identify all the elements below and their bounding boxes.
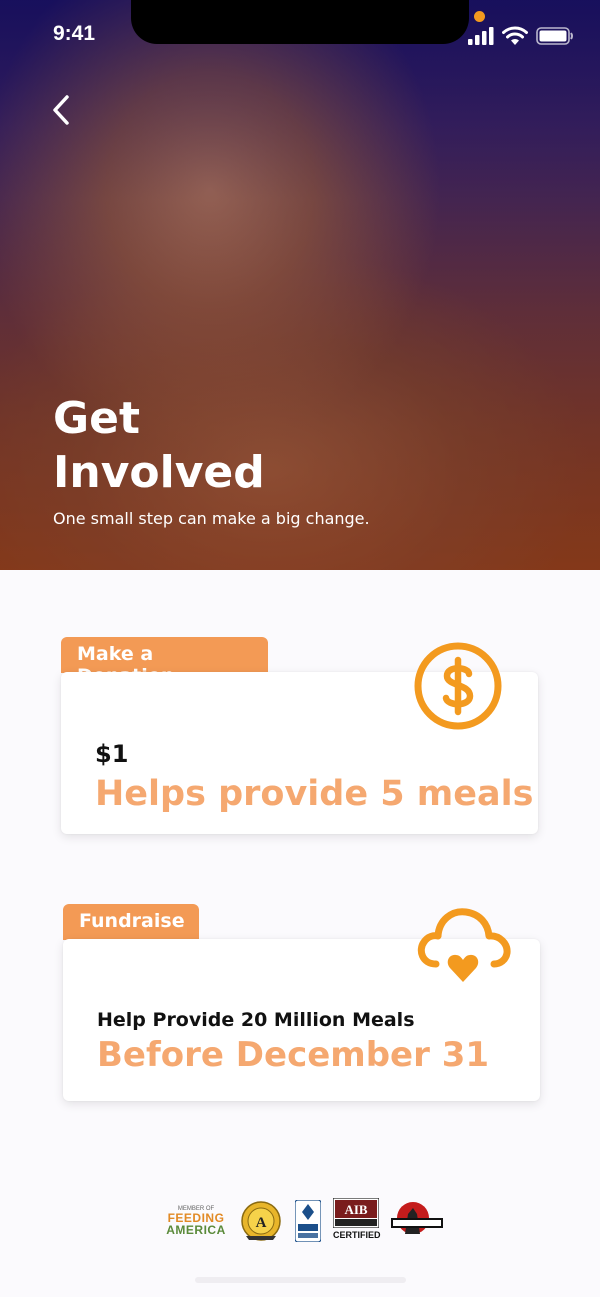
wifi-icon <box>502 26 528 45</box>
page-title-line1: Get <box>53 393 140 444</box>
svg-text:A: A <box>256 1215 267 1231</box>
donation-amount: $1 <box>95 740 129 768</box>
privacy-indicator-dot <box>474 11 485 22</box>
cellular-signal-icon <box>468 27 494 45</box>
page-title: Get Involved <box>53 392 353 500</box>
status-time: 9:41 <box>53 22 96 45</box>
chevron-left-icon <box>53 95 69 125</box>
charity-watch-logo-icon <box>391 1202 443 1234</box>
battery-icon <box>536 27 573 45</box>
fundraise-deadline-text: Before December 31 <box>97 1035 490 1075</box>
fundraise-tab-label[interactable]: Fundraise <box>63 904 199 940</box>
back-button[interactable] <box>44 92 80 128</box>
accreditation-badges: MEMBER OF FEEDING AMERICA A AIB CERTIFIE… <box>163 1196 445 1244</box>
accreditation-seal-icon: A <box>241 1201 281 1241</box>
page-subtitle: One small step can make a big change. <box>53 509 370 528</box>
svg-text:AIB: AIB <box>344 1202 367 1217</box>
aib-logo-icon: AIB <box>333 1198 379 1228</box>
home-indicator[interactable] <box>195 1277 406 1283</box>
donation-tab-label[interactable]: Make a Donation <box>61 637 268 687</box>
donation-description: Helps provide 5 meals <box>95 774 534 814</box>
status-bar: 9:41 <box>0 0 600 70</box>
page-title-line2: Involved <box>53 447 265 498</box>
status-icons <box>468 26 574 45</box>
fundraise-goal-text: Help Provide 20 Million Meals <box>97 1009 415 1031</box>
device-notch <box>131 0 469 44</box>
feeding-america-logo: MEMBER OF FEEDING AMERICA <box>163 1206 229 1236</box>
dollar-circle-icon <box>413 641 503 735</box>
aib-certified-text: CERTIFIED <box>333 1230 381 1240</box>
cloud-heart-icon <box>414 904 512 990</box>
bbb-logo-icon <box>295 1200 321 1242</box>
hero-banner: 9:41 Get Involved One small step can mak… <box>0 0 600 570</box>
feeding-america-word2: AMERICA <box>166 1223 226 1237</box>
